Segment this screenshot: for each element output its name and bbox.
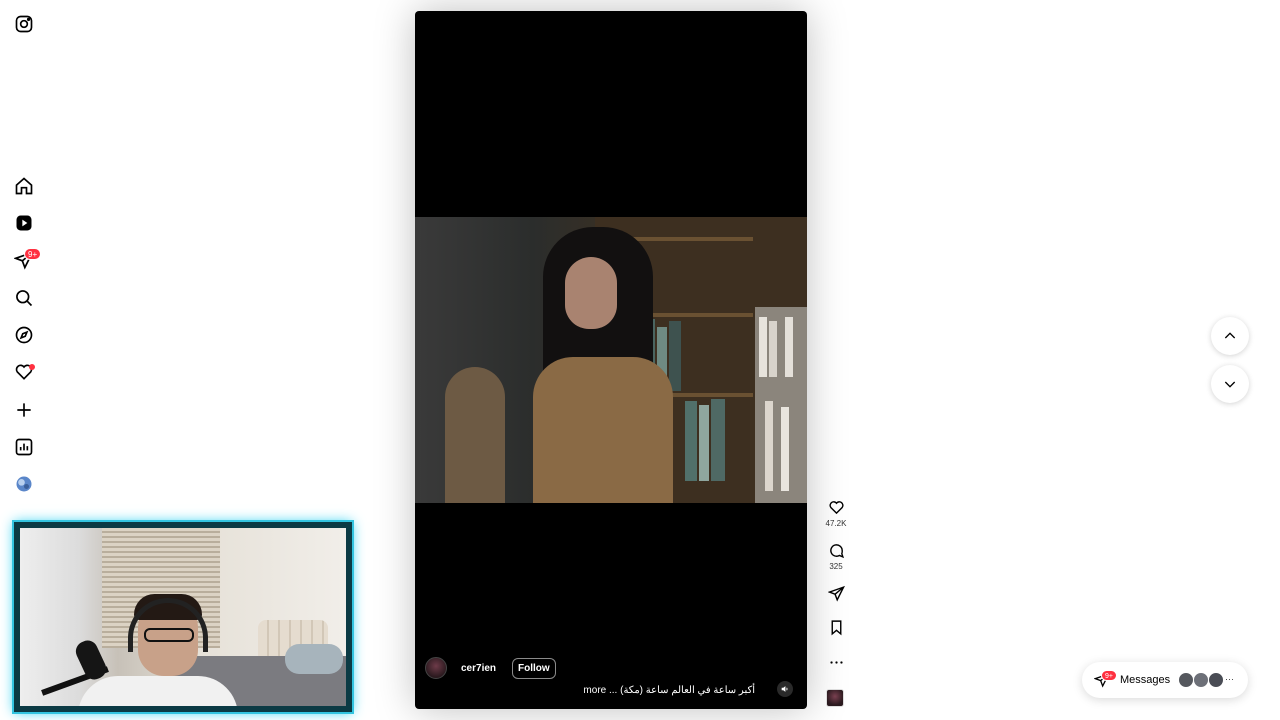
home-icon[interactable] xyxy=(14,176,34,196)
next-reel-button[interactable] xyxy=(1211,365,1249,403)
audio-thumbnail[interactable] xyxy=(826,689,844,707)
share-action[interactable] xyxy=(826,585,846,602)
explore-icon[interactable] xyxy=(14,325,34,345)
instagram-logo-icon[interactable] xyxy=(14,14,34,34)
like-count: 47.2K xyxy=(825,519,847,528)
share-icon[interactable] xyxy=(827,585,845,602)
chevron-up-icon xyxy=(1224,332,1236,339)
reels-icon[interactable] xyxy=(14,213,34,233)
profile-avatar-icon[interactable] xyxy=(14,474,34,494)
comment-action[interactable]: 325 xyxy=(826,542,846,571)
more-avatars-indicator: ··· xyxy=(1225,674,1234,684)
dashboard-icon[interactable] xyxy=(14,437,34,457)
reel-video[interactable]: cer7ien Follow أكبر ساعة في العالم ساعة … xyxy=(415,11,807,709)
comment-icon[interactable] xyxy=(828,542,845,559)
more-action[interactable] xyxy=(826,654,846,671)
reel-author: cer7ien Follow xyxy=(425,657,556,679)
more-options-icon[interactable] xyxy=(828,654,845,671)
save-action[interactable] xyxy=(826,619,846,636)
notification-dot xyxy=(29,364,35,370)
messages-label: Messages xyxy=(1120,674,1171,686)
search-icon[interactable] xyxy=(14,288,34,308)
author-avatar[interactable] xyxy=(425,657,447,679)
create-icon[interactable] xyxy=(14,400,34,420)
author-username[interactable]: cer7ien xyxy=(461,663,496,674)
heart-icon[interactable] xyxy=(828,499,845,516)
previous-reel-button[interactable] xyxy=(1211,317,1249,355)
follow-button[interactable]: Follow xyxy=(512,657,556,679)
video-frame xyxy=(415,217,807,503)
messages-badge: 9+ xyxy=(24,248,42,260)
comment-count: 325 xyxy=(829,562,843,571)
chevron-down-icon xyxy=(1224,381,1236,388)
bookmark-icon[interactable] xyxy=(828,619,845,636)
message-avatar xyxy=(1178,672,1194,688)
message-avatar xyxy=(1193,672,1209,688)
reel-caption[interactable]: أكبر ساعة في العالم ساعة (مكة) ... more xyxy=(583,685,755,696)
webcam-overlay xyxy=(12,520,354,714)
messages-pill-badge: 9+ xyxy=(1101,670,1117,681)
message-avatar xyxy=(1208,672,1224,688)
volume-icon[interactable] xyxy=(777,681,793,697)
app-root: 9+ cer7ien Follow أكبر ساعة في العالم سا… xyxy=(0,0,1280,720)
like-action[interactable]: 47.2K xyxy=(826,499,846,528)
